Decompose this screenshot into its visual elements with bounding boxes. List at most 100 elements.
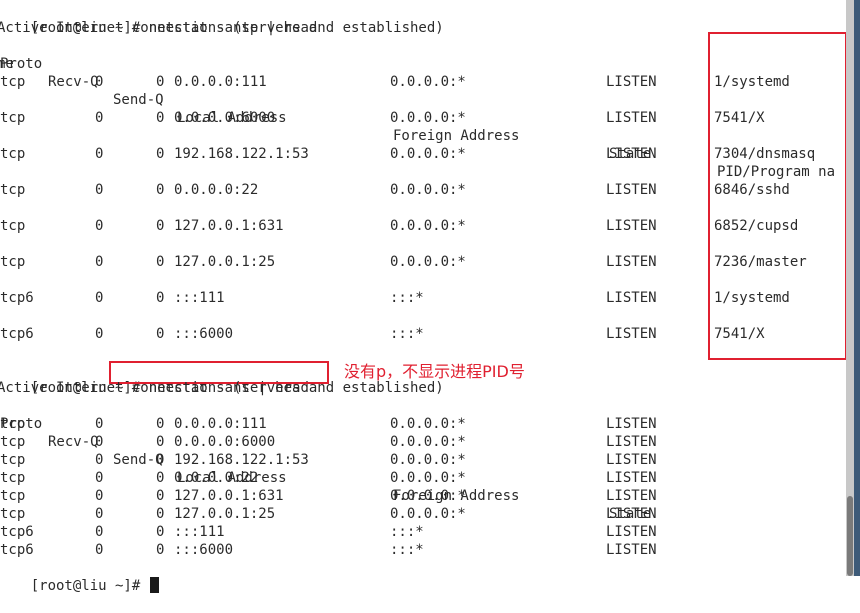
cell-proto: tcp [0,254,26,270]
cell-local-address: 0.0.0.0:111 [174,74,267,90]
header-wrap: me [0,56,14,72]
cell-proto: tcp [0,470,26,486]
cell-state: LISTEN [606,110,657,126]
cell-state: LISTEN [606,74,657,90]
scrollbar-thumb[interactable] [847,496,853,576]
command-line-final[interactable]: [root@liu ~]# [0,559,159,594]
cell-recvq: 0 [95,74,104,90]
cell-sendq: 0 [156,74,165,90]
cell-sendq: 0 [156,218,165,234]
cell-state: LISTEN [606,416,657,432]
cell-recvq: 0 [95,218,104,234]
info-line: Active Internet connections (servers and… [0,20,444,36]
cell-foreign-address: 0.0.0.0:* [390,218,466,234]
text-cursor [149,577,159,593]
cell-local-address: 127.0.0.1:631 [174,218,284,234]
cell-recvq: 0 [95,434,104,450]
cell-state: LISTEN [606,290,657,306]
cell-state: LISTEN [606,326,657,342]
cell-foreign-address: :::* [390,290,424,306]
cell-proto: tcp [0,434,26,450]
cell-foreign-address: 0.0.0.0:* [390,470,466,486]
cell-sendq: 0 [156,506,165,522]
cell-state: LISTEN [606,146,657,162]
cell-recvq: 0 [95,488,104,504]
cell-recvq: 0 [95,182,104,198]
table-row: tcp 0 0 0.0.0.0:111 0.0.0.0:* LISTEN [0,415,857,433]
cell-recvq: 0 [95,470,104,486]
header-foreign-address: Foreign Address [393,128,520,144]
cell-foreign-address: 0.0.0.0:* [390,434,466,450]
cell-foreign-address: 0.0.0.0:* [390,74,466,90]
cell-local-address: 0.0.0.0:6000 [174,110,276,126]
cell-recvq: 0 [95,110,104,126]
cell-sendq: 0 [156,488,165,504]
cell-sendq: 0 [156,416,165,432]
info-line: Active Internet connections (servers and… [0,380,444,396]
cell-state: LISTEN [606,434,657,450]
cell-sendq: 0 [156,542,165,558]
cell-proto: tcp6 [0,542,34,558]
cell-foreign-address: :::* [390,524,424,540]
cell-recvq: 0 [95,290,104,306]
cell-proto: tcp [0,110,26,126]
cell-local-address: :::6000 [174,542,234,558]
cell-proto: tcp [0,488,26,504]
cell-sendq: 0 [156,470,165,486]
cell-sendq: 0 [156,146,165,162]
cell-proto: tcp6 [0,290,34,306]
cell-local-address: 127.0.0.1:25 [174,506,276,522]
cell-local-address: :::111 [174,290,225,306]
table-row: tcp 0 0 127.0.0.1:25 0.0.0.0:* LISTEN [0,505,857,523]
window-edge [854,0,860,576]
cell-proto: tcp [0,74,26,90]
cell-state: LISTEN [606,488,657,504]
cell-local-address: 0.0.0.0:22 [174,470,259,486]
cell-state: LISTEN [606,470,657,486]
cell-foreign-address: 0.0.0.0:* [390,110,466,126]
cell-foreign-address: 0.0.0.0:* [390,506,466,522]
cell-proto: tcp [0,218,26,234]
cell-state: LISTEN [606,182,657,198]
header-sendq: Send-Q [113,92,164,108]
cell-state: LISTEN [606,254,657,270]
cell-local-address: 192.168.122.1:53 [174,146,309,162]
cell-foreign-address: 0.0.0.0:* [390,452,466,468]
cell-proto: tcp6 [0,326,34,342]
table-row: tcp 0 0 0.0.0.0:6000 0.0.0.0:* LISTEN [0,433,857,451]
cell-sendq: 0 [156,254,165,270]
cell-foreign-address: 0.0.0.0:* [390,416,466,432]
scrollbar-track[interactable] [846,0,854,576]
table-row: tcp6 0 0:::111:::* LISTEN [0,523,857,541]
cell-sendq: 0 [156,326,165,342]
cell-sendq: 0 [156,182,165,198]
cell-proto: tcp [0,146,26,162]
pid-column-highlight-box [708,32,847,360]
terminal-window[interactable]: [root@liu ~]# netstat -antp | head Activ… [0,0,847,594]
cell-foreign-address: :::* [390,542,424,558]
cell-recvq: 0 [95,506,104,522]
cell-state: LISTEN [606,218,657,234]
cell-foreign-address: 0.0.0.0:* [390,146,466,162]
cell-foreign-address: 0.0.0.0:* [390,254,466,270]
cell-local-address: 127.0.0.1:25 [174,254,276,270]
cell-local-address: 192.168.122.1:53 [174,452,309,468]
cell-local-address: 0.0.0.0:22 [174,182,259,198]
shell-prompt: [root@liu ~]# [30,578,149,594]
cell-sendq: 0 [156,452,165,468]
command-line-1: [root@liu ~]# netstat -antp | head [0,1,318,36]
cell-state: LISTEN [606,542,657,558]
cell-foreign-address: :::* [390,326,424,342]
table-row: tcp6 0 0:::6000:::* LISTEN [0,541,857,559]
cell-sendq: 0 [156,290,165,306]
cell-recvq: 0 [95,326,104,342]
cell-local-address: :::111 [174,524,225,540]
table-row: tcp 0 0 127.0.0.1:631 0.0.0.0:* LISTEN [0,487,857,505]
cell-state: LISTEN [606,506,657,522]
cell-foreign-address: 0.0.0.0:* [390,182,466,198]
table-header: Proto Recv-Q Send-Q Local Address Foreig… [0,397,857,522]
table-row: tcp 0 0 0.0.0.0:22 0.0.0.0:* LISTEN [0,469,857,487]
cell-proto: tcp [0,452,26,468]
cell-proto: tcp6 [0,524,34,540]
cell-recvq: 0 [95,254,104,270]
